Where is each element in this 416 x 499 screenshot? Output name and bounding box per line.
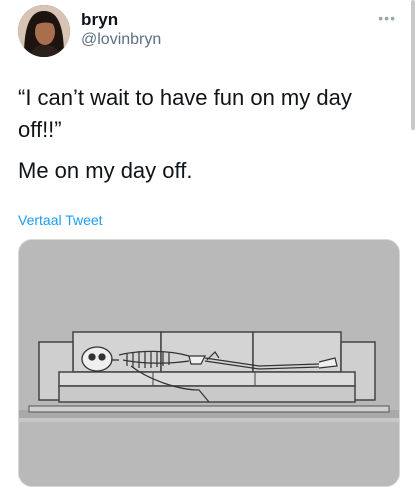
skeleton-on-couch-image: [19, 240, 399, 486]
display-name[interactable]: bryn: [81, 10, 118, 30]
avatar[interactable]: [18, 5, 70, 57]
scrollbar[interactable]: [411, 0, 415, 130]
avatar-photo-icon: [18, 5, 70, 57]
tweet-text: “I can’t wait to have fun on my day off!…: [18, 85, 352, 142]
user-handle[interactable]: @lovinbryn: [81, 31, 161, 49]
tweet-text-line-2: Me on my day off.: [18, 158, 193, 183]
more-icon[interactable]: •••: [378, 10, 396, 26]
tweet-media-image[interactable]: [18, 239, 400, 487]
translate-tweet-link[interactable]: Vertaal Tweet: [18, 212, 103, 228]
